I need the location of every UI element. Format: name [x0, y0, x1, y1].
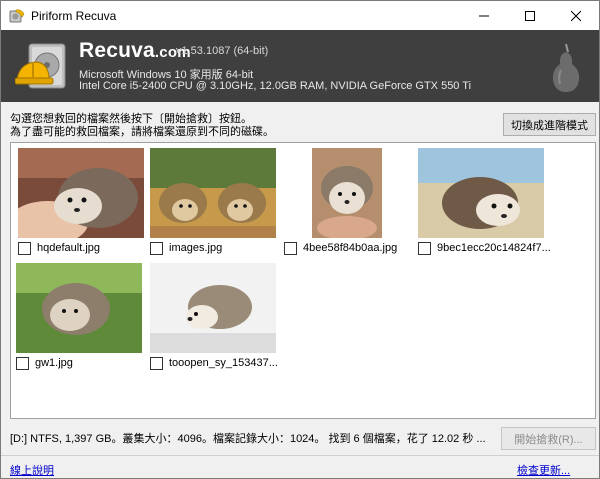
- minimize-button[interactable]: [461, 1, 507, 30]
- close-button[interactable]: [553, 1, 599, 30]
- file-checkbox[interactable]: [150, 357, 163, 370]
- hardware-info: Intel Core i5-2400 CPU @ 3.10GHz, 12.0GB…: [79, 80, 472, 92]
- file-thumbnail-panel: hqdefault.jpg images.jpg 4bee58f84b0aa.j…: [10, 142, 596, 419]
- file-thumbnail[interactable]: [16, 263, 142, 353]
- file-name: images.jpg: [169, 242, 223, 254]
- instruction-line-2: 為了盡可能的救回檔案，請將檔案還原到不同的磁碟。: [10, 126, 274, 138]
- close-icon: [571, 10, 581, 21]
- brand-name: Recuva.com: [79, 39, 191, 63]
- file-item[interactable]: gw1.jpg: [16, 263, 142, 372]
- file-item[interactable]: tooopen_sy_153437...: [150, 263, 278, 372]
- recuva-window: Piriform Recuva Recuva.com v1.53.1087 (6…: [0, 0, 600, 479]
- file-thumbnail[interactable]: [284, 148, 410, 238]
- footer-bar: 線上說明 檢查更新...: [1, 455, 599, 478]
- file-checkbox[interactable]: [16, 357, 29, 370]
- file-checkbox[interactable]: [150, 242, 163, 255]
- brand-text: Recuva: [79, 39, 155, 62]
- file-checkbox[interactable]: [18, 242, 31, 255]
- file-thumbnail[interactable]: [18, 148, 144, 238]
- file-name: 4bee58f84b0aa.jpg: [303, 242, 398, 254]
- file-name: tooopen_sy_153437...: [169, 357, 278, 369]
- file-item[interactable]: 9bec1ecc20c14824f7...: [418, 148, 551, 257]
- title-bar: Piriform Recuva: [1, 1, 599, 30]
- maximize-icon: [525, 10, 535, 21]
- file-item[interactable]: hqdefault.jpg: [18, 148, 144, 257]
- online-help-link[interactable]: 線上說明: [10, 462, 54, 478]
- maximize-button[interactable]: [507, 1, 553, 30]
- minimize-icon: [479, 15, 489, 16]
- file-name: gw1.jpg: [35, 357, 73, 369]
- file-thumbnail[interactable]: [418, 148, 544, 238]
- window-title: Piriform Recuva: [31, 9, 117, 23]
- file-item[interactable]: 4bee58f84b0aa.jpg: [284, 148, 410, 257]
- file-name: 9bec1ecc20c14824f7...: [437, 242, 551, 254]
- switch-advanced-mode-button[interactable]: 切換成進階模式: [503, 113, 596, 136]
- file-checkbox[interactable]: [284, 242, 297, 255]
- recuva-app-icon: [9, 8, 25, 24]
- file-thumbnail[interactable]: [150, 263, 276, 353]
- recuva-logo: [14, 38, 71, 94]
- file-checkbox[interactable]: [418, 242, 431, 255]
- file-name: hqdefault.jpg: [37, 242, 100, 254]
- version-label: v1.53.1087 (64-bit): [176, 45, 269, 57]
- file-item[interactable]: images.jpg: [150, 148, 276, 257]
- check-updates-link[interactable]: 檢查更新...: [517, 462, 570, 478]
- scan-status-text: [D:] NTFS, 1,397 GB。叢集大小：4096。檔案記錄大小：102…: [10, 433, 486, 445]
- piriform-pear-icon: [549, 40, 583, 94]
- app-header: Recuva.com v1.53.1087 (64-bit) Microsoft…: [1, 30, 599, 102]
- recover-button[interactable]: 開始搶救(R)...: [501, 427, 596, 450]
- file-thumbnail[interactable]: [150, 148, 276, 238]
